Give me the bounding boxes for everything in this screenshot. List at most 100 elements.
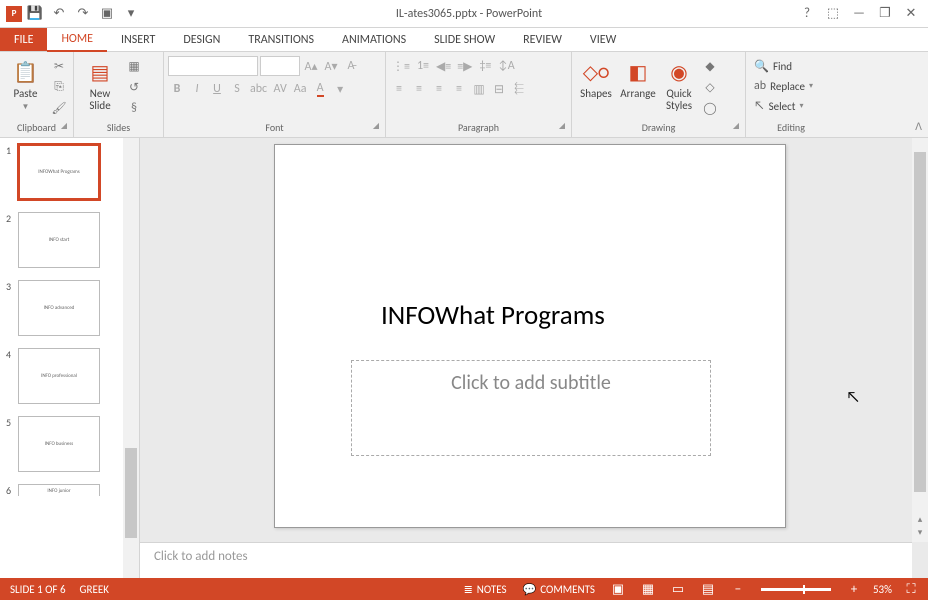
slide-thumbnail[interactable]: INFO advanced xyxy=(18,280,100,336)
thumbnail-scrollbar-handle[interactable] xyxy=(125,448,137,538)
drawing-dialog-icon[interactable]: ◢ xyxy=(733,121,739,131)
thumb-row[interactable]: 5 INFO business xyxy=(6,416,135,472)
normal-view-button[interactable]: ▣ xyxy=(607,578,629,600)
bold-button[interactable]: B xyxy=(168,79,186,99)
cut-button[interactable]: ✂ xyxy=(49,56,69,76)
fit-to-window-button[interactable]: ⛶ xyxy=(900,578,922,600)
zoom-out-button[interactable]: − xyxy=(727,578,749,600)
decrease-font-button[interactable]: A▾ xyxy=(322,56,340,76)
font-color-button[interactable]: A xyxy=(311,79,329,99)
slide-thumbnail[interactable]: INFO professional xyxy=(18,348,100,404)
close-button[interactable]: ✕ xyxy=(900,4,922,24)
reading-view-button[interactable]: ▭ xyxy=(667,578,689,600)
slide-title[interactable]: INFOWhat Programs xyxy=(381,299,605,332)
thumb-row[interactable]: 6 INFO junior xyxy=(6,484,135,497)
align-right-button[interactable]: ≡ xyxy=(430,79,448,99)
text-direction-button[interactable]: ↕A xyxy=(496,56,516,76)
tab-animations[interactable]: ANIMATIONS xyxy=(328,28,420,51)
paragraph-dialog-icon[interactable]: ◢ xyxy=(559,121,565,131)
status-language[interactable]: GREEK xyxy=(80,583,109,596)
shapes-button[interactable]: ◇○ Shapes xyxy=(576,56,616,102)
slide-thumbnail[interactable]: INFO junior xyxy=(18,484,100,496)
italic-button[interactable]: I xyxy=(188,79,206,99)
shadow-button[interactable]: S xyxy=(228,79,246,99)
decrease-indent-button[interactable]: ◀≡ xyxy=(434,56,453,76)
notes-pane[interactable]: Click to add notes xyxy=(140,542,912,578)
strikethrough-button[interactable]: abc xyxy=(248,79,269,99)
tab-home[interactable]: HOME xyxy=(47,28,107,52)
ribbon-display-button[interactable]: ⬚ xyxy=(822,4,844,24)
clear-formatting-button[interactable]: A̶ xyxy=(342,56,360,76)
reset-button[interactable]: ↺ xyxy=(124,77,144,97)
sorter-view-button[interactable]: ▦ xyxy=(637,578,659,600)
slide-canvas[interactable]: INFOWhat Programs Click to add subtitle xyxy=(274,144,786,528)
thumb-row[interactable]: 3 INFO advanced xyxy=(6,280,135,336)
justify-button[interactable]: ≡ xyxy=(450,79,468,99)
increase-indent-button[interactable]: ≡▶ xyxy=(455,56,474,76)
tab-slideshow[interactable]: SLIDE SHOW xyxy=(420,28,509,51)
clipboard-dialog-icon[interactable]: ◢ xyxy=(61,121,67,131)
char-spacing-button[interactable]: AV xyxy=(271,79,289,99)
bullets-button[interactable]: ⋮≡ xyxy=(390,56,412,76)
find-button[interactable]: 🔍Find xyxy=(750,56,817,76)
shape-effects-button[interactable]: ◯ xyxy=(700,98,720,118)
zoom-slider[interactable] xyxy=(761,588,831,591)
redo-button[interactable]: ↷ xyxy=(72,3,94,25)
tab-insert[interactable]: INSERT xyxy=(107,28,169,51)
shape-fill-button[interactable]: ◆ xyxy=(700,56,720,76)
align-center-button[interactable]: ≡ xyxy=(410,79,428,99)
numbering-button[interactable]: 1≡ xyxy=(414,56,432,76)
align-left-button[interactable]: ≡ xyxy=(390,79,408,99)
next-slide-button[interactable]: ▾ xyxy=(914,527,926,538)
columns-button[interactable]: ▥ xyxy=(470,79,488,99)
align-text-button[interactable]: ⊟ xyxy=(490,79,508,99)
slideshow-view-button[interactable]: ▤ xyxy=(697,578,719,600)
zoom-level[interactable]: 53% xyxy=(873,583,892,596)
tab-file[interactable]: FILE xyxy=(0,28,47,51)
slide-thumbnail[interactable]: INFOWhat Programs xyxy=(18,144,100,200)
comments-toggle-button[interactable]: 💬COMMENTS xyxy=(519,578,599,600)
underline-button[interactable]: U xyxy=(208,79,226,99)
undo-button[interactable]: ↶ xyxy=(48,3,70,25)
help-button[interactable]: ? xyxy=(796,4,818,24)
paste-button[interactable]: 📋 Paste ▼ xyxy=(4,56,47,114)
tab-view[interactable]: VIEW xyxy=(576,28,630,51)
font-color-more-button[interactable]: ▾ xyxy=(331,79,349,99)
tab-design[interactable]: DESIGN xyxy=(169,28,234,51)
slide-thumbnail[interactable]: INFO start xyxy=(18,212,100,268)
font-size-select[interactable] xyxy=(260,56,300,76)
font-dialog-icon[interactable]: ◢ xyxy=(373,121,379,131)
slide-thumbnail[interactable]: INFO business xyxy=(18,416,100,472)
copy-button[interactable]: ⎘ xyxy=(49,77,69,97)
canvas-scrollbar-handle[interactable] xyxy=(914,152,926,492)
qat-customize-button[interactable]: ▾ xyxy=(120,3,142,25)
thumb-row[interactable]: 4 INFO professional xyxy=(6,348,135,404)
collapse-ribbon-button[interactable]: ᐱ xyxy=(915,120,922,133)
shape-outline-button[interactable]: ◇ xyxy=(700,77,720,97)
restore-button[interactable]: ❐ xyxy=(874,4,896,24)
thumb-row[interactable]: 1 INFOWhat Programs xyxy=(6,144,135,200)
save-button[interactable]: 💾 xyxy=(24,3,46,25)
layout-button[interactable]: ▦ xyxy=(124,56,144,76)
thumb-row[interactable]: 2 INFO start xyxy=(6,212,135,268)
increase-font-button[interactable]: A▴ xyxy=(302,56,320,76)
tab-review[interactable]: REVIEW xyxy=(509,28,576,51)
line-spacing-button[interactable]: ‡≡ xyxy=(476,56,494,76)
section-button[interactable]: § xyxy=(124,98,144,118)
select-button[interactable]: ↖Select▾ xyxy=(750,96,817,116)
replace-button[interactable]: abReplace▾ xyxy=(750,76,817,96)
prev-slide-button[interactable]: ▴ xyxy=(914,514,926,525)
zoom-slider-handle[interactable] xyxy=(803,585,805,594)
arrange-button[interactable]: ◧ Arrange xyxy=(618,56,658,102)
notes-toggle-button[interactable]: ≣NOTES xyxy=(460,578,511,600)
new-slide-button[interactable]: ▤ New Slide xyxy=(78,56,122,114)
change-case-button[interactable]: Aa xyxy=(291,79,309,99)
minimize-button[interactable]: — xyxy=(848,4,870,24)
font-family-select[interactable] xyxy=(168,56,258,76)
smartart-button[interactable]: ⬱ xyxy=(510,79,528,99)
quick-styles-button[interactable]: ◉ Quick Styles xyxy=(660,56,698,114)
format-painter-button[interactable]: 🖌 xyxy=(49,98,69,118)
tab-transitions[interactable]: TRANSITIONS xyxy=(234,28,328,51)
status-slide-count[interactable]: SLIDE 1 OF 6 xyxy=(10,583,66,596)
start-from-beginning-button[interactable]: ▣ xyxy=(96,3,118,25)
